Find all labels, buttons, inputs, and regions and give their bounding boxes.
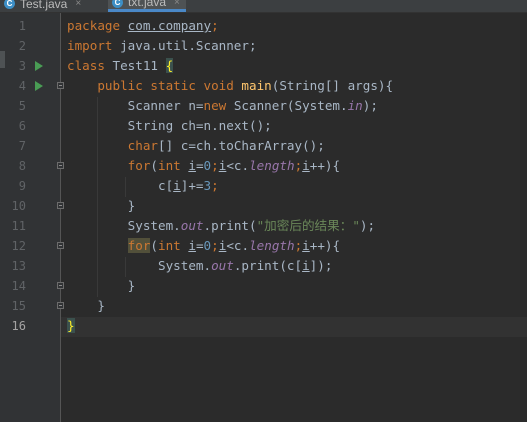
code-line-13: System.out.print(c[i]);	[158, 258, 333, 273]
code-editor[interactable]: package com.company; import java.util.Sc…	[61, 13, 527, 422]
line-number: 10	[11, 199, 26, 213]
tab-label: txt.java	[128, 0, 167, 9]
line-number: 12	[11, 239, 26, 253]
line-number: 11	[11, 219, 26, 233]
line-number: 3	[18, 59, 26, 73]
java-class-icon: C	[4, 0, 15, 9]
code-line-1: package com.company;	[67, 18, 219, 33]
line-number: 2	[18, 39, 26, 53]
line-number: 15	[11, 299, 26, 313]
code-line-11: System.out.print("加密后的结果：");	[127, 218, 376, 233]
code-line-8: for(int i=0;i<c.length;i++){	[127, 158, 341, 173]
code-line-16: }	[67, 318, 75, 333]
code-line-3: class Test11 {	[67, 58, 174, 73]
code-line-15: }	[97, 298, 105, 313]
code-line-6: String ch=n.next();	[127, 118, 272, 133]
line-number-current: 16	[11, 319, 26, 333]
line-number: 8	[18, 159, 26, 173]
editor-gutter: 1 2 3 4 5 6 7 8 9 10 11 12 13 14 15 16	[0, 13, 64, 422]
line-number: 7	[18, 139, 26, 153]
code-line-7: char[] c=ch.toCharArray();	[127, 138, 325, 153]
run-class-icon[interactable]	[35, 61, 43, 71]
code-line-5: Scanner n=new Scanner(System.in);	[127, 98, 378, 113]
line-number: 13	[11, 259, 26, 273]
tab-test-java[interactable]: C Test.java ×	[0, 0, 87, 12]
line-number: 6	[18, 119, 26, 133]
tab-txt-java[interactable]: C txt.java ×	[108, 0, 186, 12]
code-line-4: public static void main(String[] args){	[97, 78, 394, 93]
close-icon[interactable]: ×	[174, 0, 180, 8]
code-line-14: }	[127, 278, 136, 293]
close-icon[interactable]: ×	[75, 0, 81, 9]
editor-tab-bar: C Test.java × C txt.java ×	[0, 0, 527, 13]
line-number: 9	[18, 179, 26, 193]
line-number: 5	[18, 99, 26, 113]
line-number: 1	[18, 19, 26, 33]
tab-label: Test.java	[20, 0, 68, 11]
code-line-9: c[i]+=3;	[158, 178, 219, 193]
code-line-10: }	[127, 198, 136, 213]
code-line-12: for(int i=0;i<c.length;i++){	[127, 238, 341, 253]
line-number: 4	[18, 79, 26, 93]
java-class-icon: C	[112, 0, 123, 8]
line-number: 14	[11, 279, 26, 293]
current-line-highlight	[61, 317, 527, 337]
run-main-icon[interactable]	[35, 81, 43, 91]
code-line-2: import java.util.Scanner;	[67, 38, 257, 53]
